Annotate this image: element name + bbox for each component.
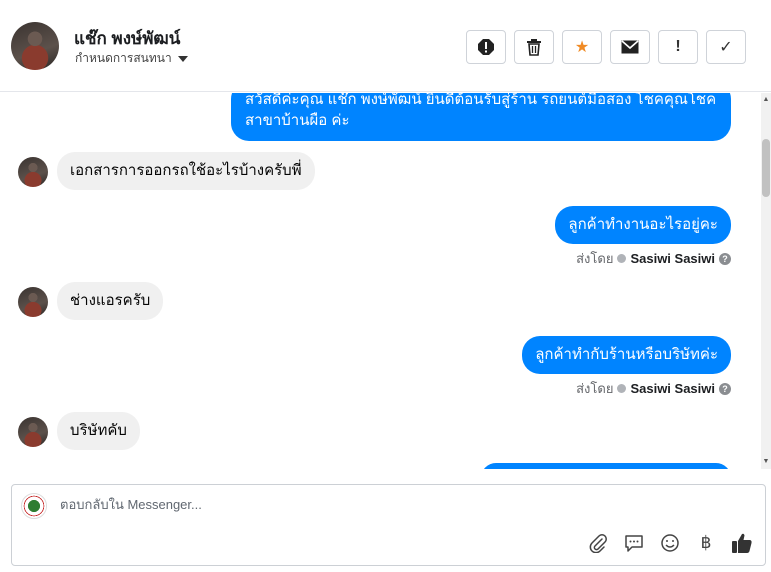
message-incoming[interactable]: ช่างแอรครับ <box>57 282 164 320</box>
star-button[interactable]: ★ <box>562 30 602 64</box>
sent-by-label: ส่งโดย <box>576 381 614 396</box>
mail-button[interactable] <box>610 30 650 64</box>
help-icon[interactable]: ? <box>719 252 731 265</box>
scroll-up-arrow-icon[interactable]: ▲ <box>762 95 770 105</box>
sender-avatar <box>18 287 48 317</box>
message-outgoing[interactable] <box>481 463 731 469</box>
paperclip-icon <box>589 534 607 553</box>
schedule-label: กำหนดการสนทนา <box>75 51 172 65</box>
contact-avatar[interactable] <box>11 22 59 70</box>
page-avatar <box>21 493 47 519</box>
scroll-down-arrow-icon[interactable]: ▼ <box>762 457 770 467</box>
header-toolbar: ★ ! ✓ <box>466 30 746 64</box>
message-text: บริษัทคับ <box>70 422 127 439</box>
saved-replies-button[interactable] <box>623 532 645 554</box>
trash-icon <box>527 39 541 56</box>
sent-by-name[interactable]: Sasiwi Sasiwi <box>630 251 715 266</box>
reply-input[interactable] <box>60 497 660 512</box>
caret-down-icon <box>177 55 188 62</box>
payment-button[interactable]: ฿ <box>695 532 717 554</box>
attach-button[interactable] <box>587 532 609 554</box>
envelope-icon <box>621 40 639 54</box>
schedule-dropdown[interactable]: กำหนดการสนทนา <box>75 49 188 68</box>
contact-name[interactable]: แช๊ก พงษ์พัฒน์ <box>74 25 180 52</box>
scroll-thumb[interactable] <box>762 139 770 197</box>
verified-icon <box>617 254 627 263</box>
message-outgoing[interactable]: สวัสดีค่ะคุณ แช๊ก พงษ์พัฒน์ ยินดีต้อนรับ… <box>231 93 731 141</box>
mark-done-button[interactable]: ✓ <box>706 30 746 64</box>
comment-icon <box>625 535 643 552</box>
composer-actions: ฿ <box>587 532 753 554</box>
sent-by-name[interactable]: Sasiwi Sasiwi <box>630 381 715 396</box>
sent-by-label: ส่งโดย <box>576 251 614 266</box>
emoji-button[interactable] <box>659 532 681 554</box>
message-incoming[interactable]: บริษัทคับ <box>57 412 140 450</box>
thread-scrollbar[interactable]: ▲ ▼ <box>761 93 771 469</box>
message-outgoing[interactable]: ลูกค้าทำงานอะไรอยู่คะ <box>555 206 731 244</box>
check-icon: ✓ <box>719 39 733 56</box>
message-outgoing[interactable]: ลูกค้าทำกับร้านหรือบริษัทค่ะ <box>522 336 731 374</box>
warning-octagon-icon <box>478 39 494 55</box>
report-button[interactable] <box>466 30 506 64</box>
message-text: สวัสดีค่ะคุณ แช๊ก พงษ์พัฒน์ ยินดีต้อนรับ… <box>245 93 717 129</box>
message-thread: สวัสดีค่ะคุณ แช๊ก พงษ์พัฒน์ ยินดีต้อนรับ… <box>0 93 771 469</box>
message-text: ลูกค้าทำกับร้านหรือบริษัทค่ะ <box>535 346 718 363</box>
thumbs-up-icon <box>732 533 752 553</box>
sent-by-row: ส่งโดย Sasiwi Sasiwi ? <box>576 378 731 399</box>
like-button[interactable] <box>731 532 753 554</box>
help-icon[interactable]: ? <box>719 382 731 395</box>
verified-icon <box>617 384 627 393</box>
sender-avatar <box>18 157 48 187</box>
sent-by-row: ส่งโดย Sasiwi Sasiwi ? <box>576 248 731 269</box>
delete-button[interactable] <box>514 30 554 64</box>
message-incoming[interactable]: เอกสารการออกรถใช้อะไรบ้างครับพี่ <box>57 152 315 190</box>
message-text: ช่างแอรครับ <box>70 292 151 309</box>
message-text: ลูกค้าทำงานอะไรอยู่คะ <box>568 216 718 233</box>
reply-composer: ฿ <box>11 484 766 566</box>
conversation-header: แช๊ก พงษ์พัฒน์ กำหนดการสนทนา ★ ! ✓ <box>0 0 771 92</box>
baht-icon: ฿ <box>700 533 712 552</box>
message-text: เอกสารการออกรถใช้อะไรบ้างครับพี่ <box>70 162 302 179</box>
flag-button[interactable]: ! <box>658 30 698 64</box>
emoji-icon <box>661 534 679 552</box>
star-icon: ★ <box>574 39 590 56</box>
sender-avatar <box>18 417 48 447</box>
exclamation-icon: ! <box>675 38 681 55</box>
